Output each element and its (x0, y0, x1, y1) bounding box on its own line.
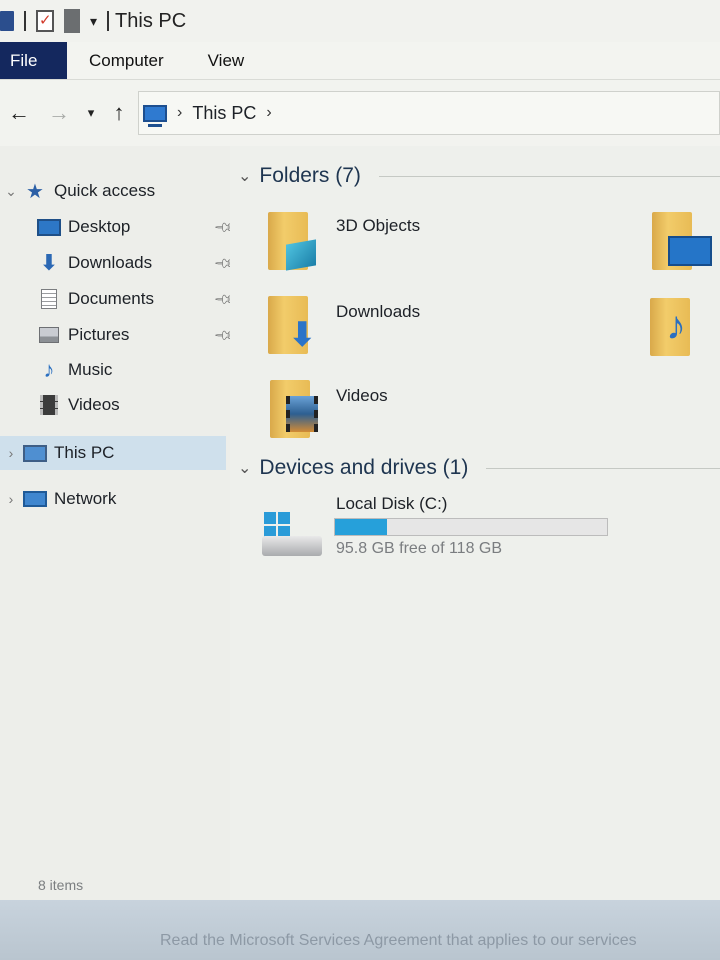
separator (107, 11, 110, 31)
sidebar-item-videos[interactable]: Videos (14, 388, 240, 422)
sidebar-item-label: Pictures (68, 325, 130, 344)
star-icon: ★ (26, 180, 44, 203)
sidebar-item-label: Network (54, 489, 117, 508)
status-bar: 8 items (0, 870, 720, 900)
forward-arrow-icon[interactable]: → (44, 100, 74, 126)
sidebar-item-pictures[interactable]: Pictures 📌︎ (14, 318, 240, 352)
pictures-icon (36, 324, 62, 346)
network-icon (22, 488, 48, 510)
devices-group-header[interactable]: ⌄ Devices and drives (1) (238, 456, 720, 480)
separator (24, 11, 26, 31)
sidebar-item-label: Downloads (68, 253, 153, 272)
folder-videos[interactable]: Videos (266, 374, 466, 450)
title-bar: ▾ This PC (0, 0, 720, 42)
sidebar-item-downloads[interactable]: ⬇ Downloads 📌︎ (14, 246, 240, 280)
chevron-down-icon[interactable]: ⌄ (0, 183, 22, 200)
drive-usage-bar (334, 518, 608, 536)
sidebar-item-quick-access[interactable]: ⌄ ★ Quick access (0, 174, 226, 208)
back-arrow-icon[interactable]: ← (4, 100, 34, 126)
properties-icon[interactable] (36, 10, 54, 32)
chevron-down-icon[interactable]: ⌄ (238, 458, 251, 478)
chevron-right-icon[interactable]: › (177, 104, 182, 122)
ribbon-tabs: File Computer View (0, 42, 720, 80)
divider (486, 467, 720, 469)
navigation-bar: ← → ▾ ↑ › This PC › (0, 80, 720, 146)
sidebar-item-desktop[interactable]: Desktop 📌︎ (14, 210, 240, 244)
sidebar-item-label: Music (68, 360, 113, 379)
window-title: This PC (115, 9, 187, 32)
downloads-icon: ⬇ (39, 250, 59, 275)
documents-icon (36, 288, 62, 310)
windows-logo-icon (264, 512, 290, 538)
sidebar-item-this-pc[interactable]: › This PC (0, 436, 226, 470)
up-arrow-icon[interactable]: ↑ (106, 100, 132, 126)
folder-3d-objects[interactable]: 3D Objects (266, 206, 466, 282)
folder-desktop-partial[interactable] (650, 206, 720, 282)
sidebar-item-label: Documents (68, 289, 154, 308)
sidebar-item-documents[interactable]: Documents 📌︎ (14, 282, 240, 316)
folder-music-partial[interactable]: ♪ (650, 292, 720, 368)
folder-downloads[interactable]: ⬇ Downloads (266, 292, 466, 368)
desktop-icon (36, 216, 62, 238)
group-title: Folders (7) (259, 164, 361, 187)
folder-label: 3D Objects (336, 216, 421, 235)
sidebar-item-label: Videos (68, 395, 120, 414)
drive-local-disk-c[interactable]: Local Disk (C:) 95.8 GB free of 118 GB (260, 492, 620, 562)
drive-usage-fill (335, 519, 387, 535)
address-bar[interactable]: › This PC › (138, 91, 720, 135)
customize-toolbar-dropdown-icon[interactable]: ▾ (90, 13, 97, 30)
navigation-pane: ⌄ ★ Quick access Desktop 📌︎ ⬇ Downloads … (0, 146, 237, 906)
drive-label: Local Disk (C:) (336, 494, 448, 513)
folder-label: Videos (336, 386, 388, 405)
music-icon: ♪ (666, 304, 686, 348)
downloads-folder-icon: ⬇ (288, 316, 317, 354)
folder-label: Downloads (336, 302, 421, 321)
chevron-down-icon[interactable]: ⌄ (238, 166, 251, 186)
videos-folder-icon (286, 396, 318, 432)
tab-view[interactable]: View (186, 42, 267, 79)
this-pc-icon (22, 442, 48, 464)
services-agreement-link[interactable]: Read the Microsoft Services Agreement th… (160, 932, 637, 950)
sidebar-item-network[interactable]: › Network (0, 482, 226, 516)
computer-icon[interactable] (0, 11, 14, 31)
divider (378, 175, 720, 177)
quick-access-toolbar: ▾ (0, 9, 110, 33)
drive-free-space: 95.8 GB free of 118 GB (336, 540, 503, 557)
content-pane: ⌄ Folders (7) 3D Objects ⬇ Downloads ♪ V… (230, 146, 720, 906)
3d-objects-icon (286, 239, 316, 271)
folders-group-header[interactable]: ⌄ Folders (7) (238, 164, 720, 188)
sidebar-item-label: Desktop (68, 217, 131, 236)
item-count: 8 items (38, 877, 84, 893)
breadcrumb-this-pc[interactable]: This PC (192, 103, 256, 124)
tab-file[interactable]: File (0, 42, 67, 79)
chevron-right-icon[interactable]: › (0, 491, 22, 507)
tab-computer[interactable]: Computer (67, 42, 186, 79)
hard-drive-icon (260, 492, 326, 556)
new-folder-icon[interactable] (64, 9, 80, 33)
music-icon: ♪ (43, 357, 55, 382)
this-pc-icon (143, 104, 167, 127)
sidebar-item-label: Quick access (54, 181, 156, 200)
background-banner (0, 900, 720, 960)
chevron-right-icon[interactable]: › (0, 445, 22, 461)
group-title: Devices and drives (1) (259, 456, 469, 479)
recent-locations-chevron-icon[interactable]: ▾ (80, 105, 102, 121)
sidebar-item-label: This PC (54, 443, 115, 462)
desktop-icon (668, 236, 712, 266)
videos-icon (36, 394, 62, 416)
chevron-right-icon[interactable]: › (266, 104, 271, 122)
sidebar-item-music[interactable]: ♪ Music (14, 353, 240, 387)
